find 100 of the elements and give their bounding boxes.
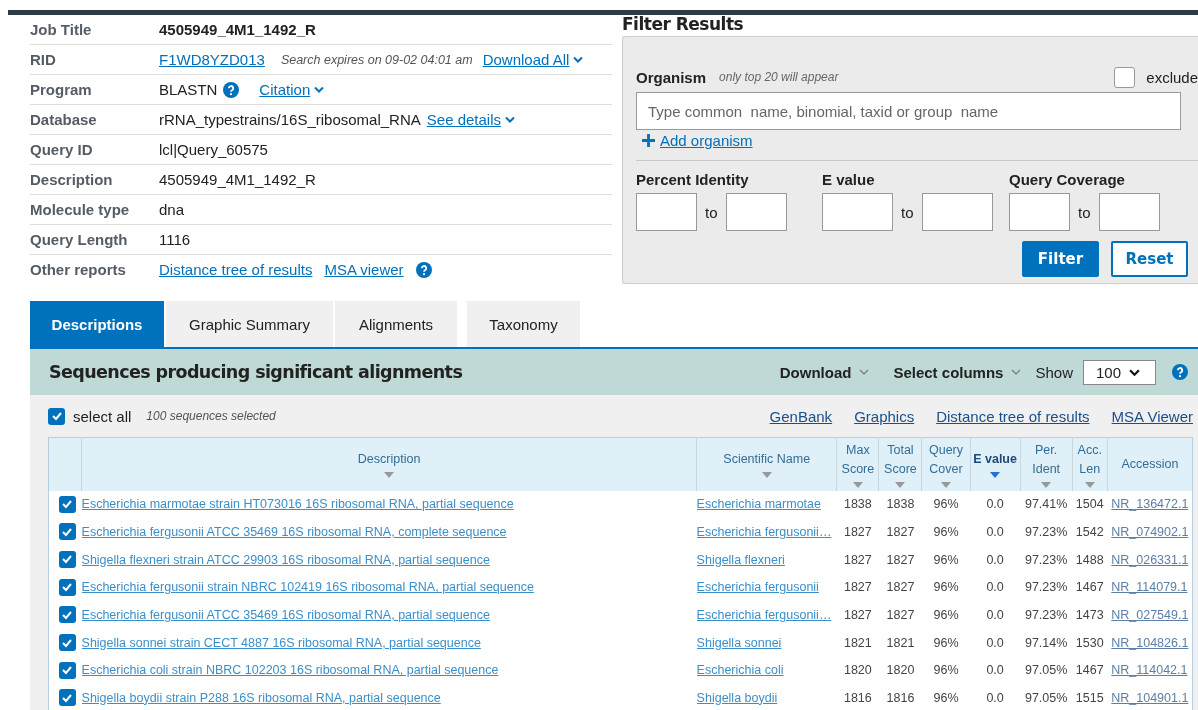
table-cell: 1827 [886, 525, 915, 540]
download-menu[interactable]: Download [779, 363, 870, 381]
filter-button[interactable]: Filter [1022, 241, 1099, 277]
field-label: Query Length [30, 231, 129, 248]
check-icon [61, 664, 74, 677]
help-icon[interactable] [1172, 364, 1188, 380]
sort-arrow-icon [941, 481, 951, 488]
row-checkbox[interactable] [58, 550, 76, 568]
description-link[interactable]: Shigella sonnei strain CECT 4887 16S ribosomal RNA, partial sequence [81, 635, 481, 650]
select-columns-menu[interactable]: Select columns [893, 363, 1022, 381]
description-link[interactable]: Shigella flexneri strain ATCC 29903 16S ribosomal RNA, partial sequence [81, 552, 490, 567]
accession-link[interactable]: NR_104826.1 [1107, 635, 1189, 650]
table-cell: 1821 [886, 635, 915, 650]
species-link[interactable]: Shigella sonnei [696, 635, 782, 650]
description-link[interactable]: Escherichia fergusonii strain NBRC 102419 16S ribosomal RNA, partial sequence [81, 580, 534, 595]
description-link[interactable]: Escherichia coli strain NBRC 102203 16S ribosomal RNA, partial sequence [81, 663, 499, 678]
exclude-checkbox[interactable] [1114, 66, 1136, 88]
dropdown-link[interactable]: See details [426, 111, 515, 128]
species-link[interactable]: Escherichia fergusonii… [696, 608, 832, 623]
tab[interactable]: Descriptions [30, 301, 164, 347]
table-cell: 1827 [843, 580, 872, 595]
reset-button[interactable]: Reset [1111, 241, 1188, 277]
species-link[interactable]: Escherichia coli [696, 663, 784, 678]
field-value: BLASTN [159, 81, 218, 98]
hint-text: only top 20 will appear [719, 70, 839, 84]
column-header[interactable]: Scientific Name [696, 437, 837, 491]
table-cell: 0.0 [986, 580, 1004, 595]
organism-field[interactable]: Type common name, binomial, taxid or group name [636, 92, 1181, 130]
accession-link[interactable]: NR_104901.1 [1107, 690, 1189, 705]
field-label: Description [30, 171, 114, 188]
table-cell: 1515 [1075, 690, 1104, 705]
range-field[interactable] [822, 193, 893, 231]
tab[interactable]: Graphic Summary [166, 301, 333, 347]
column-header[interactable]: Max Score [836, 437, 879, 491]
select-all-checkbox[interactable] [48, 407, 65, 425]
species-link[interactable]: Shigella flexneri [696, 552, 785, 567]
column-header[interactable]: Query Cover [921, 437, 971, 491]
table-cell: 0.0 [986, 608, 1004, 623]
range-field[interactable] [1009, 193, 1070, 231]
accession-link[interactable]: NR_027549.1 [1107, 608, 1189, 623]
chevron-down-icon [859, 369, 870, 375]
field-label: Query ID [30, 141, 94, 158]
chevron-down-icon [1011, 369, 1022, 375]
expiry-note: Search expires on 09-02 04:01 am [280, 52, 473, 67]
report-link[interactable]: GenBank [769, 407, 833, 425]
report-link[interactable]: MSA Viewer [1111, 407, 1193, 425]
report-link[interactable]: Graphics [854, 407, 915, 425]
column-header[interactable]: E value [970, 437, 1021, 491]
help-icon[interactable] [415, 261, 432, 278]
table-cell: 1827 [843, 525, 872, 540]
field-label: Job Title [30, 21, 93, 38]
tab[interactable]: Taxonomy [467, 301, 580, 347]
show-select[interactable]: 100 [1083, 359, 1156, 385]
column-header[interactable]: Total Score [878, 437, 922, 491]
range-field[interactable] [636, 193, 697, 231]
link[interactable]: F1WD8YZD013 [159, 51, 265, 68]
checkbox-label: exclude [1146, 68, 1198, 86]
column-header[interactable]: Description [81, 437, 697, 491]
row-checkbox[interactable] [58, 523, 76, 541]
accession-link[interactable]: NR_074902.1 [1107, 525, 1189, 540]
accession-link[interactable]: NR_114079.1 [1107, 580, 1188, 595]
chevron-down-icon [505, 116, 515, 123]
tab[interactable]: Alignments [335, 301, 457, 347]
range-field[interactable] [921, 193, 993, 231]
description-link[interactable]: Shigella boydii strain P288 16S ribosomal RNA, partial sequence [81, 690, 441, 705]
dropdown-link[interactable]: Citation [259, 81, 325, 98]
accession-link[interactable]: NR_026331.1 [1107, 552, 1189, 567]
species-link[interactable]: Escherichia fergusonii [696, 580, 819, 595]
table-cell: 1816 [886, 690, 915, 705]
range-field[interactable] [1098, 193, 1160, 231]
description-link[interactable]: Escherichia fergusonii ATCC 35469 16S ribosomal RNA, complete sequence [81, 525, 507, 540]
row-checkbox[interactable] [58, 606, 76, 624]
report-link[interactable]: Distance tree of results [936, 407, 1090, 425]
species-link[interactable]: Escherichia fergusonii… [696, 525, 832, 540]
selection-count: 100 sequences selected [146, 409, 276, 423]
row-checkbox[interactable] [58, 661, 76, 679]
row-checkbox[interactable] [58, 578, 76, 596]
row-checkbox[interactable] [58, 495, 76, 513]
species-link[interactable]: Shigella boydii [696, 690, 778, 705]
description-link[interactable]: Escherichia marmotae strain HT073016 16S ribosomal RNA, partial sequence [81, 497, 514, 512]
row-checkbox[interactable] [58, 634, 76, 652]
column-header[interactable]: Acc. Len [1072, 437, 1108, 491]
range-field[interactable] [725, 193, 787, 231]
column-header[interactable]: Per. Ident [1020, 437, 1073, 491]
column-header[interactable]: Accession [1107, 437, 1193, 491]
help-icon[interactable] [223, 81, 240, 98]
link[interactable]: Distance tree of results [159, 261, 313, 278]
accession-link[interactable]: NR_136472.1 [1107, 497, 1189, 512]
species-link[interactable]: Escherichia marmotae [696, 497, 821, 512]
add-organism-link[interactable]: Add organism [642, 132, 753, 149]
link[interactable]: MSA viewer [324, 261, 404, 278]
row-checkbox[interactable] [58, 689, 76, 707]
accession-link[interactable]: NR_114042.1 [1107, 663, 1188, 678]
field-label: Percent Identity [636, 171, 750, 190]
range-separator: to [705, 203, 718, 221]
field-value: 4505949_4M1_1492_R [159, 21, 316, 38]
table-cell: 1827 [886, 552, 915, 567]
dropdown-link[interactable]: Download All [482, 51, 584, 68]
description-link[interactable]: Escherichia fergusonii ATCC 35469 16S ribosomal RNA, partial sequence [81, 608, 490, 623]
chevron-down-icon [573, 56, 584, 63]
